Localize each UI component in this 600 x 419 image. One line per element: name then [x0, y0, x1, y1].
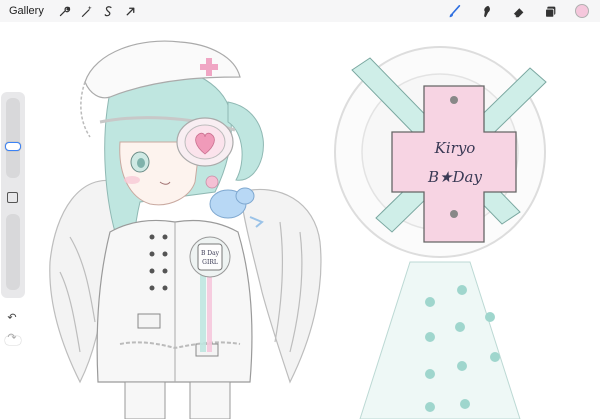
- legs: [124, 381, 231, 419]
- badge-text-bday: B★Day: [427, 168, 482, 186]
- current-color-swatch: [575, 4, 589, 18]
- brush-size-handle[interactable]: [5, 142, 21, 151]
- small-badge-text-2: GIRL: [202, 259, 218, 266]
- opacity-slider[interactable]: [5, 214, 21, 345]
- redo-button[interactable]: ↷: [5, 332, 19, 344]
- drawing-canvas[interactable]: B Day GIRL Kiryo B★Day: [0, 22, 600, 419]
- gallery-button[interactable]: Gallery: [9, 5, 44, 17]
- toolbar-right-group: [442, 0, 594, 22]
- jacket: [96, 219, 253, 383]
- brush-size-slider[interactable]: [5, 98, 21, 178]
- artwork: B Day GIRL Kiryo B★Day: [49, 40, 547, 419]
- magic-wand-icon[interactable]: [76, 0, 98, 22]
- transform-arrow-icon[interactable]: [120, 0, 142, 22]
- color-picker-button[interactable]: [570, 0, 594, 22]
- selection-s-icon[interactable]: [98, 0, 120, 22]
- smudge-icon[interactable]: [474, 0, 498, 22]
- badge-text-name: Kiryo: [434, 139, 476, 157]
- small-rosette-badge: B Day GIRL: [189, 236, 231, 278]
- small-badge-text-1: B Day: [201, 250, 220, 257]
- top-toolbar: Gallery: [0, 0, 600, 22]
- layers-icon[interactable]: [538, 0, 562, 22]
- modify-button[interactable]: [7, 192, 18, 203]
- brush-icon[interactable]: [442, 0, 466, 22]
- big-rosette: Kiryo B★Day: [334, 46, 547, 419]
- undo-button[interactable]: ↶: [5, 312, 19, 324]
- left-sidebar: [1, 92, 25, 345]
- eraser-icon[interactable]: [506, 0, 530, 22]
- wrench-icon[interactable]: [54, 0, 76, 22]
